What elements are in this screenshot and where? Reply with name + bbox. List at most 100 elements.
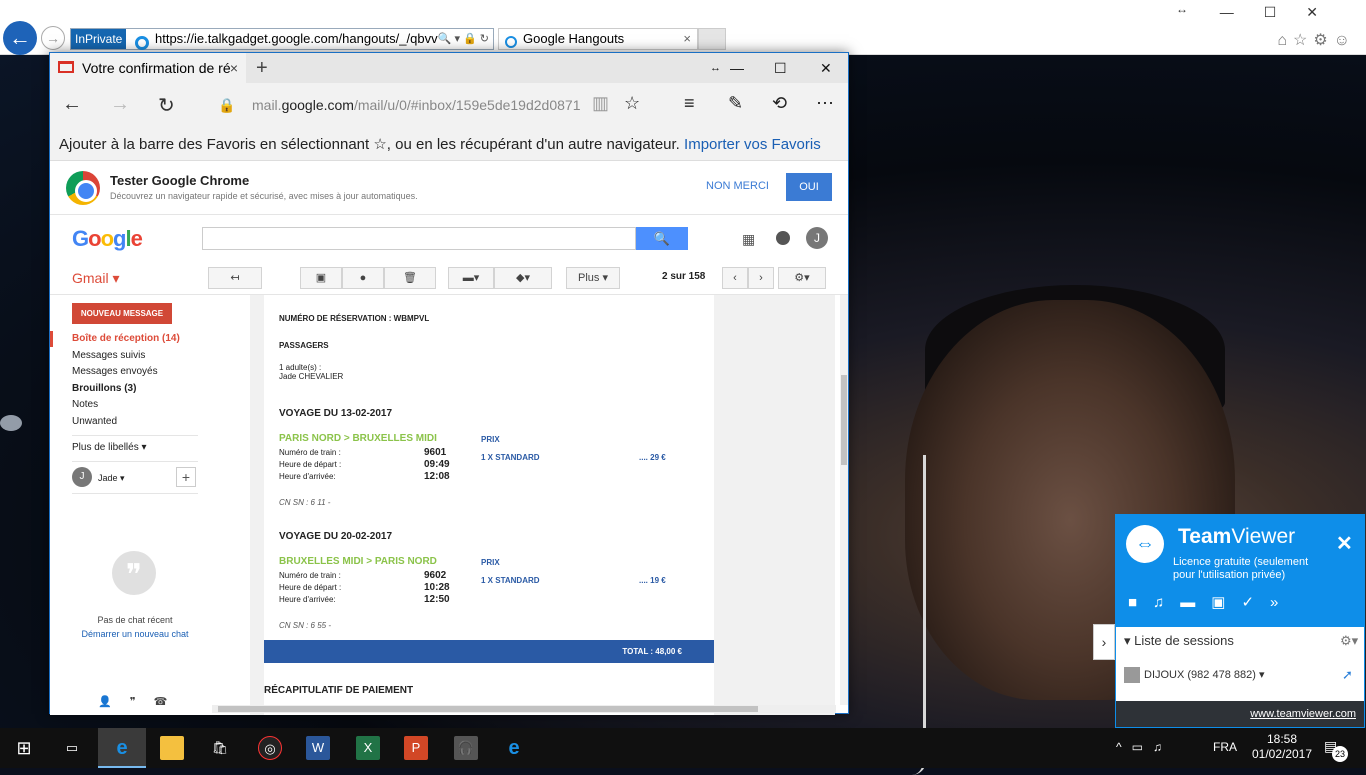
divider bbox=[72, 493, 198, 494]
edge-new-tab-button[interactable]: + bbox=[256, 53, 268, 83]
edge-close-button[interactable]: ✕ bbox=[820, 53, 832, 83]
edge-tab-close-icon[interactable]: × bbox=[230, 53, 238, 83]
ie-url-text[interactable]: https://ie.talkgadget.google.com/hangout… bbox=[155, 29, 455, 49]
teamviewer-close-icon[interactable]: ✕ bbox=[1336, 531, 1353, 556]
edge-tab-gmail[interactable]: Votre confirmation de ré × bbox=[50, 53, 246, 83]
ie-taskbar-icon[interactable]: e bbox=[502, 736, 526, 760]
trip1-title: VOYAGE DU 13-02-2017 bbox=[279, 408, 393, 419]
ie-browser-chrome: ← → InPrivate https://ie.talkgadget.goog… bbox=[0, 0, 1366, 55]
compose-button[interactable]: NOUVEAU MESSAGE bbox=[72, 303, 172, 324]
ie-forward-button[interactable]: → bbox=[41, 26, 65, 50]
share-icon[interactable]: ⟲ bbox=[772, 93, 787, 114]
apps-grid-icon[interactable]: ▦ bbox=[742, 231, 755, 248]
store-icon[interactable]: 🛍 bbox=[208, 736, 232, 760]
chrome-no-thanks-button[interactable]: NON MERCI bbox=[706, 180, 769, 192]
folder-sent[interactable]: Messages envoyés bbox=[72, 364, 180, 381]
notifications-bell-icon[interactable] bbox=[776, 231, 790, 245]
video-earphone-cable bbox=[912, 455, 926, 775]
edge-resize-icon[interactable]: ↔ bbox=[710, 53, 721, 83]
edge-forward-icon[interactable]: → bbox=[110, 93, 130, 116]
more-actions-button[interactable]: Plus ▾ bbox=[566, 267, 620, 289]
video-light-glare bbox=[0, 415, 22, 431]
chat-user-avatar[interactable]: J bbox=[72, 467, 92, 487]
ie-address-bar[interactable]: InPrivate https://ie.talkgadget.google.c… bbox=[70, 28, 494, 50]
system-tray-icons[interactable]: ^▭♫ bbox=[1116, 740, 1172, 754]
ie-window-controls[interactable]: —☐✕ bbox=[1220, 4, 1348, 21]
vertical-scrollbar[interactable] bbox=[840, 295, 848, 705]
session-connect-icon[interactable]: ➚ bbox=[1342, 667, 1353, 683]
account-avatar[interactable]: J bbox=[806, 227, 828, 249]
more-labels-link[interactable]: Plus de libellés ▾ bbox=[72, 442, 147, 453]
file-explorer-icon[interactable] bbox=[160, 736, 184, 760]
ie-address-icons[interactable]: 🔍 ▾ 🔒 ↻ bbox=[438, 29, 489, 49]
delete-button[interactable]: 🗑 bbox=[384, 267, 436, 289]
lock-icon: 🔒 bbox=[218, 97, 236, 113]
next-conversation-button[interactable]: › bbox=[748, 267, 774, 289]
powerpoint-icon[interactable]: P bbox=[404, 736, 428, 760]
action-center-icon[interactable]: ▤ 23 bbox=[1324, 738, 1348, 762]
edge-maximize-button[interactable]: ☐ bbox=[774, 53, 787, 83]
windows-start-icon[interactable]: ⊞ bbox=[12, 736, 36, 760]
teamviewer-collapse-tab[interactable]: › bbox=[1093, 624, 1115, 660]
favorite-star-icon[interactable]: ☆ bbox=[624, 93, 640, 114]
web-note-icon[interactable]: ✎ bbox=[728, 93, 743, 114]
chat-user-name[interactable]: Jade ▾ bbox=[98, 473, 125, 484]
system-clock[interactable]: 18:58 01/02/2017 bbox=[1249, 732, 1315, 762]
headphones-app-icon[interactable]: 🎧 bbox=[454, 736, 478, 760]
folder-notes[interactable]: Notes bbox=[72, 397, 180, 414]
passengers-count: 1 adulte(s) : bbox=[279, 363, 322, 372]
session-list-toggle[interactable]: ▾ Liste de sessions bbox=[1124, 633, 1234, 649]
import-favorites-link[interactable]: Importer vos Favoris bbox=[684, 136, 821, 153]
move-to-folder-button[interactable]: ▬▾ bbox=[448, 267, 494, 289]
settings-gear-button[interactable]: ⚙▾ bbox=[778, 267, 826, 289]
ie-tab-hangouts[interactable]: Google Hangouts × bbox=[498, 28, 698, 50]
teamviewer-action-icons[interactable]: ■♫▬▣✓» bbox=[1128, 593, 1294, 611]
chat-footer-icons[interactable]: 👤❞☎ bbox=[98, 695, 185, 708]
edge-taskbar-icon[interactable]: e bbox=[110, 736, 134, 760]
ie-toolbar-icons[interactable]: ⌂☆⚙☺ bbox=[1277, 30, 1356, 50]
input-language[interactable]: FRA bbox=[1213, 740, 1237, 754]
excel-icon[interactable]: X bbox=[356, 736, 380, 760]
ie-back-button[interactable]: ← bbox=[3, 21, 37, 55]
app-taskbar-icon[interactable]: ◎ bbox=[258, 736, 282, 760]
session-settings-icon[interactable]: ⚙▾ bbox=[1340, 633, 1358, 649]
word-icon[interactable]: W bbox=[306, 736, 330, 760]
back-to-inbox-button[interactable]: ↤ bbox=[208, 267, 262, 289]
horizontal-scrollbar[interactable] bbox=[212, 705, 836, 713]
reading-view-icon[interactable]: ▥ bbox=[592, 93, 609, 114]
teamviewer-website-link[interactable]: www.teamviewer.com bbox=[1116, 701, 1364, 727]
task-view-icon[interactable]: ▭ bbox=[60, 736, 84, 760]
windows-taskbar: ⊞ ▭ e 🛍 ◎ W X P 🎧 e ^▭♫ FRA 18:58 01/02/2… bbox=[0, 728, 1366, 768]
teamviewer-header: ⇔ TeamViewer Licence gratuite (seulement… bbox=[1116, 515, 1364, 627]
chrome-yes-button[interactable]: OUI bbox=[786, 173, 832, 201]
ie-tab-close-icon[interactable]: × bbox=[683, 29, 691, 49]
folder-drafts[interactable]: Brouillons (3) bbox=[72, 381, 180, 398]
session-entry[interactable]: DIJOUX (982 478 882) ▾ bbox=[1124, 667, 1264, 683]
gmail-search-input[interactable] bbox=[202, 227, 636, 250]
edge-url[interactable]: mail.google.com/mail/u/0/#inbox/159e5de1… bbox=[252, 97, 580, 113]
new-chat-plus-button[interactable]: + bbox=[176, 467, 196, 487]
google-logo[interactable]: Google bbox=[72, 226, 143, 252]
reservation-number: NUMÉRO DE RÉSERVATION : WBMPVL bbox=[279, 314, 430, 323]
more-icon[interactable]: ⋯ bbox=[816, 93, 834, 114]
edge-back-icon[interactable]: ← bbox=[62, 93, 82, 116]
edge-refresh-icon[interactable]: ↻ bbox=[158, 93, 175, 118]
folder-unwanted[interactable]: Unwanted bbox=[72, 414, 180, 431]
spam-button[interactable]: ● bbox=[342, 267, 384, 289]
trip2-train-label: Numéro de train : bbox=[279, 571, 341, 580]
folder-starred[interactable]: Messages suivis bbox=[72, 348, 180, 365]
edge-minimize-button[interactable]: — bbox=[730, 53, 744, 83]
hub-icon[interactable]: ≡ bbox=[684, 93, 695, 114]
gmail-sidebar: NOUVEAU MESSAGE Boîte de réception (14) … bbox=[50, 295, 250, 715]
search-button[interactable]: 🔍 bbox=[636, 227, 688, 250]
archive-button[interactable]: ▣ bbox=[300, 267, 342, 289]
favorites-bar-prompt: Ajouter à la barre des Favoris en sélect… bbox=[50, 129, 848, 161]
folder-inbox[interactable]: Boîte de réception (14) bbox=[72, 331, 180, 348]
gmail-menu-label[interactable]: Gmail ▾ bbox=[72, 270, 119, 287]
prev-conversation-button[interactable]: ‹ bbox=[722, 267, 748, 289]
labels-button[interactable]: ◆▾ bbox=[494, 267, 552, 289]
resize-icon[interactable]: ↔ bbox=[1176, 2, 1188, 16]
start-new-chat-link[interactable]: Démarrer un nouveau chat bbox=[50, 629, 220, 639]
ie-new-tab-button[interactable] bbox=[698, 28, 726, 50]
page-position: 2 sur 158 bbox=[662, 271, 706, 282]
